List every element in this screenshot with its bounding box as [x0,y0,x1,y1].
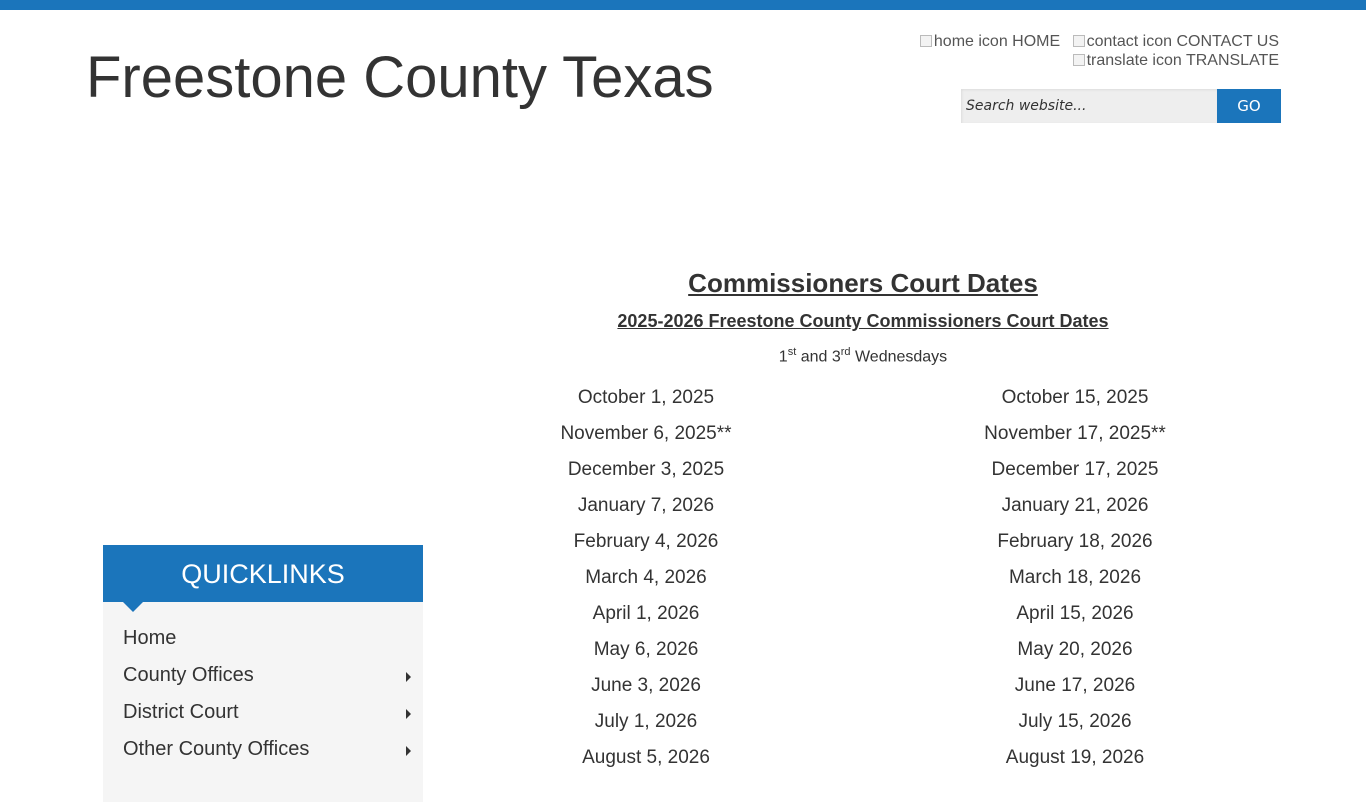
first-meeting-date: December 3, 2025 [567,459,725,480]
contact-link-label: CONTACT US [1176,33,1279,50]
caret-right-icon [406,709,411,719]
date-row: April 1, 2026 April 15, 2026 [433,596,1293,632]
quicklinks-header: QUICKLINKS [103,545,423,612]
utility-nav: home icon HOME contact icon CONTACT US t… [912,32,1279,70]
quicklink-county-offices[interactable]: County Offices [103,657,423,694]
quicklink-label: County Offices [123,664,254,686]
second-meeting-date: May 20, 2026 [1017,639,1133,660]
second-meeting-date: February 18, 2026 [997,531,1153,552]
quicklink-label: Home [123,627,177,649]
first-meeting-date: July 1, 2026 [594,711,698,732]
first-meeting-date: May 6, 2026 [593,639,699,660]
second-meeting-date: November 17, 2025** [984,423,1166,444]
header-pointer [123,602,143,612]
search-input[interactable] [961,89,1217,123]
quicklinks-list: Home County Offices District Court Other… [103,602,423,802]
first-meeting-date: April 1, 2026 [592,603,700,624]
date-row: May 6, 2026 May 20, 2026 [433,632,1293,668]
second-meeting-date: October 15, 2025 [1001,387,1149,408]
quicklink-label: Other County Offices [123,738,310,760]
second-meeting-date: July 15, 2026 [1018,711,1132,732]
meeting-rest: Wednesdays [850,348,948,366]
first-meeting-date: November 6, 2025** [560,423,732,444]
home-link[interactable]: home icon HOME [919,33,1065,50]
contact-icon-alt: contact icon [1086,33,1173,50]
second-meeting-date: January 21, 2026 [1001,495,1149,516]
meeting-third-suffix: rd [840,346,851,358]
first-meeting-date: June 3, 2026 [591,675,701,696]
main-content: Commissioners Court Dates 2025-2026 Free… [433,268,1293,768]
second-meeting-date: December 17, 2025 [991,459,1159,480]
date-row: December 3, 2025 December 17, 2025 [433,452,1293,488]
site-title[interactable]: Freestone County Texas [86,44,714,111]
second-meeting-date: August 19, 2026 [1005,747,1145,768]
first-meeting-date: August 5, 2026 [582,747,710,768]
home-icon [919,35,932,47]
second-meeting-date: April 15, 2026 [1016,603,1134,624]
date-row: January 7, 2026 January 21, 2026 [433,488,1293,524]
home-icon-alt: home icon [933,33,1008,50]
caret-right-icon [406,672,411,682]
date-row: March 4, 2026 March 18, 2026 [433,560,1293,596]
quicklinks-panel: QUICKLINKS Home County Offices District … [103,545,423,802]
date-row: February 4, 2026 February 18, 2026 [433,524,1293,560]
second-meeting-date: June 17, 2026 [1014,675,1136,696]
date-row: June 3, 2026 June 17, 2026 [433,668,1293,704]
contact-link[interactable]: contact icon CONTACT US [1072,33,1279,50]
search-form: GO [961,89,1281,123]
quicklinks-title: QUICKLINKS [181,559,345,589]
top-accent-bar [0,0,1366,10]
translate-link[interactable]: translate icon TRANSLATE [1072,52,1279,69]
quicklink-home[interactable]: Home [103,620,423,657]
translate-link-label: TRANSLATE [1185,52,1279,69]
date-row: October 1, 2025 October 15, 2025 [433,380,1293,416]
meeting-first-suffix: st [787,346,797,358]
translate-icon-alt: translate icon [1086,52,1182,69]
first-meeting-date: February 4, 2026 [573,531,719,552]
date-row: November 6, 2025** November 17, 2025** [433,416,1293,452]
quicklink-label: District Court [123,701,239,723]
second-meeting-date: March 18, 2026 [1008,567,1142,588]
date-row: August 5, 2026 August 19, 2026 [433,740,1293,776]
meeting-first: 1 [778,348,788,366]
date-row: July 1, 2026 July 15, 2026 [433,704,1293,740]
translate-icon [1072,54,1085,66]
quicklink-other-county-offices[interactable]: Other County Offices [103,731,423,768]
meeting-and: and 3 [796,348,841,366]
court-dates-table: October 1, 2025 October 15, 2025 Novembe… [433,380,1293,776]
first-meeting-date: January 7, 2026 [577,495,715,516]
contact-icon [1072,35,1085,47]
meeting-days-note: 1st and 3rd Wednesdays [433,346,1293,366]
first-meeting-date: March 4, 2026 [585,567,707,588]
search-go-button[interactable]: GO [1217,89,1281,123]
caret-right-icon [406,746,411,756]
page-subheading: 2025-2026 Freestone County Commissioners… [617,311,1109,331]
home-link-label: HOME [1012,33,1061,50]
first-meeting-date: October 1, 2025 [577,387,715,408]
page-heading: Commissioners Court Dates [688,268,1038,298]
quicklink-district-court[interactable]: District Court [103,694,423,731]
